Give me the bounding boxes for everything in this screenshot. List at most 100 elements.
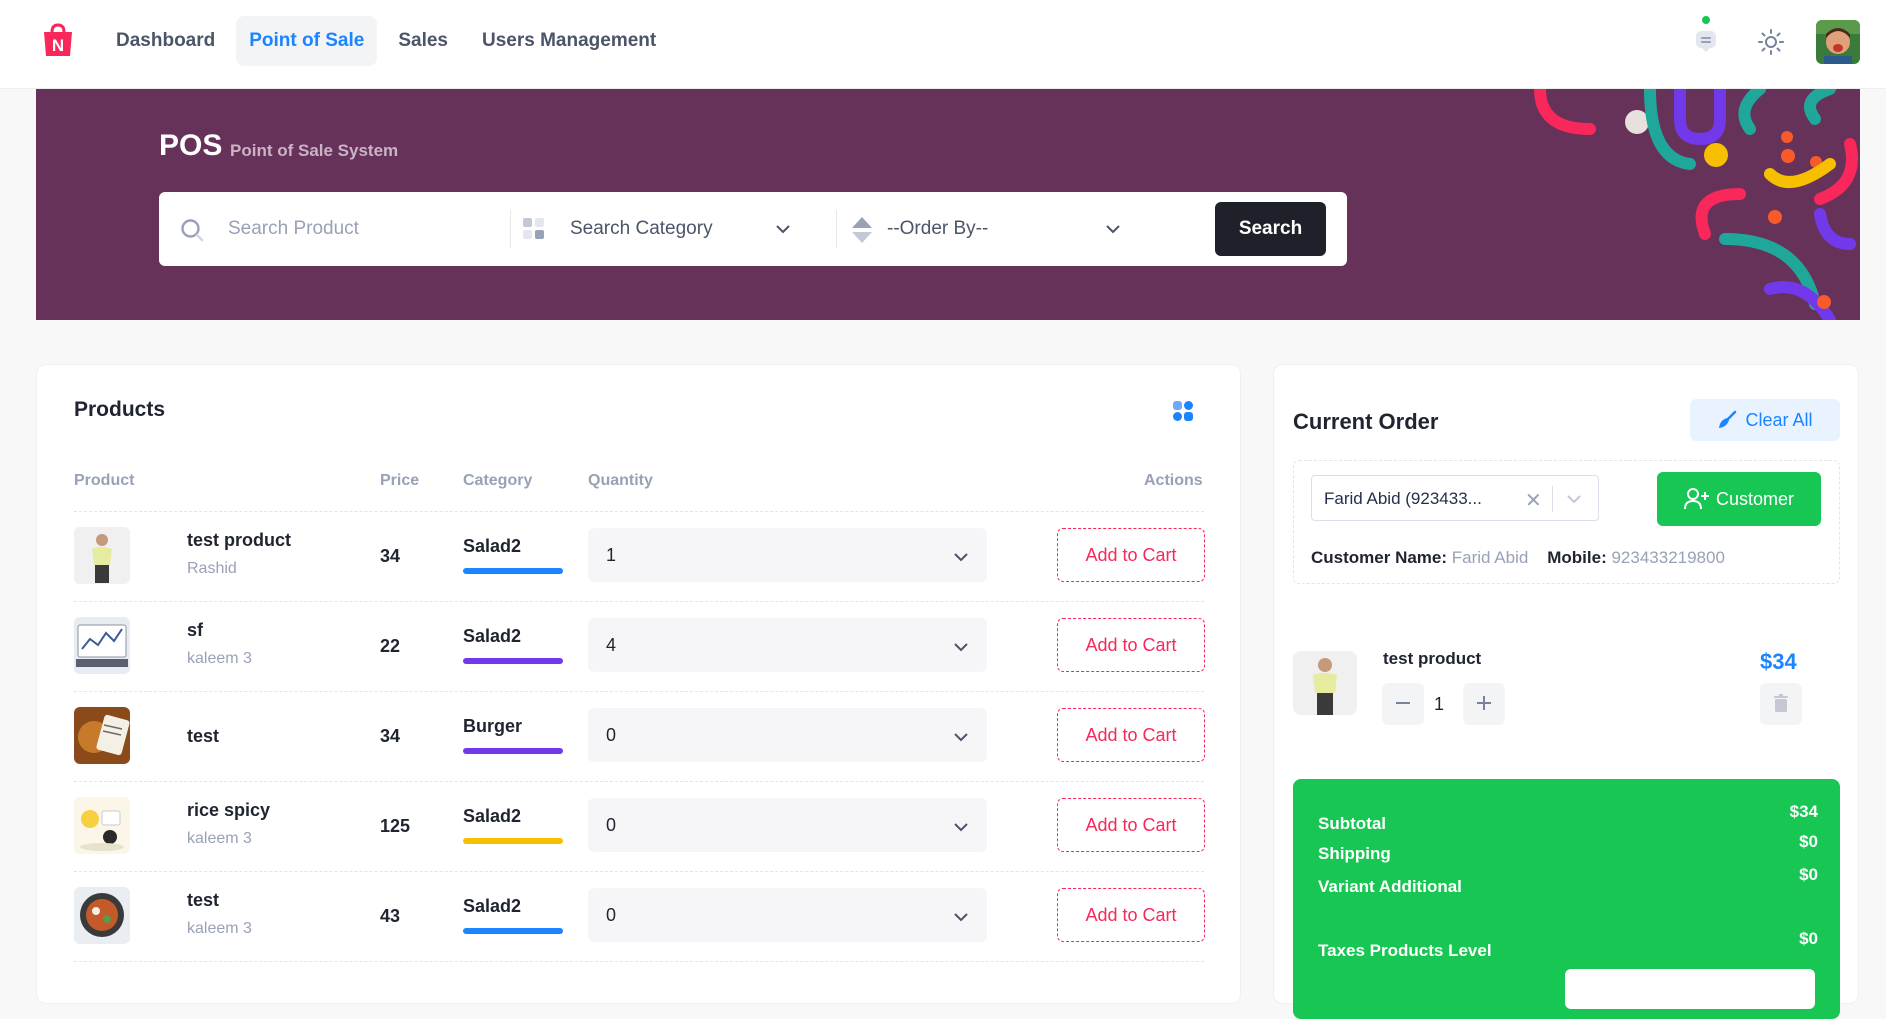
grid-view-icon[interactable] bbox=[1171, 399, 1195, 423]
search-icon bbox=[181, 219, 204, 242]
chevron-down-icon bbox=[954, 553, 968, 562]
products-title: Products bbox=[74, 398, 166, 421]
column-header-actions: Actions bbox=[1144, 472, 1203, 489]
product-price: 22 bbox=[380, 636, 401, 656]
chevron-down-icon[interactable] bbox=[775, 221, 791, 237]
search-bar: Search Category --Order By-- Search bbox=[159, 192, 1347, 266]
quantity-value: 1 bbox=[606, 545, 617, 565]
quantity-value: 0 bbox=[606, 815, 617, 835]
table-row: test product Rashid 34 Salad2 1 Add to C… bbox=[74, 511, 1205, 601]
chat-icon[interactable] bbox=[1693, 28, 1719, 54]
category-color-bar bbox=[463, 838, 563, 844]
chevron-down-icon bbox=[954, 733, 968, 742]
plus-icon bbox=[1477, 695, 1491, 710]
product-category: Burger bbox=[463, 716, 523, 736]
search-button[interactable]: Search bbox=[1215, 202, 1326, 256]
products-card: Products Product Price Category Quantity… bbox=[36, 364, 1241, 1004]
add-customer-button[interactable]: Customer bbox=[1657, 472, 1821, 526]
taxes-value: $0 bbox=[1799, 929, 1818, 948]
quantity-value: 0 bbox=[606, 725, 617, 745]
cart-item-quantity: 1 bbox=[1434, 694, 1445, 714]
subtotal-value: $34 bbox=[1789, 802, 1818, 821]
clear-selection-icon[interactable]: ✕ bbox=[1525, 488, 1542, 513]
divider bbox=[510, 210, 511, 248]
product-price: 43 bbox=[380, 906, 401, 926]
product-image bbox=[74, 797, 130, 854]
customer-info: Customer Name: Farid Abid Mobile: 923433… bbox=[1311, 548, 1725, 568]
product-vendor: kaleem 3 bbox=[187, 830, 252, 847]
sort-icon bbox=[852, 217, 872, 243]
increase-quantity-button[interactable] bbox=[1463, 683, 1505, 725]
search-category-select[interactable]: Search Category bbox=[570, 218, 713, 240]
shipping-label: Shipping bbox=[1318, 844, 1391, 863]
sun-icon[interactable] bbox=[1757, 28, 1785, 56]
product-image bbox=[74, 527, 130, 584]
product-vendor: kaleem 3 bbox=[187, 920, 252, 937]
discount-input[interactable] bbox=[1565, 969, 1815, 1009]
category-color-bar bbox=[463, 658, 563, 664]
page-title: POS bbox=[159, 129, 223, 162]
clear-all-label: Clear All bbox=[1745, 409, 1813, 430]
divider bbox=[836, 210, 837, 248]
main-nav: Dashboard Point of Sale Sales Users Mana… bbox=[103, 16, 677, 66]
quantity-select[interactable]: 4 bbox=[588, 618, 987, 672]
cart-item-name: test product bbox=[1383, 649, 1482, 668]
add-to-cart-button[interactable]: Add to Cart bbox=[1057, 528, 1205, 582]
remove-item-button[interactable] bbox=[1760, 683, 1802, 725]
chevron-down-icon[interactable] bbox=[1566, 491, 1582, 507]
product-category: Salad2 bbox=[463, 806, 522, 826]
shop-logo-icon[interactable]: N bbox=[40, 22, 76, 58]
quantity-select[interactable]: 0 bbox=[588, 708, 987, 762]
product-category: Salad2 bbox=[463, 626, 522, 646]
nav-point-of-sale[interactable]: Point of Sale bbox=[236, 16, 378, 66]
shipping-value: $0 bbox=[1799, 832, 1818, 851]
quantity-value: 0 bbox=[606, 905, 617, 925]
mobile-value: 923433219800 bbox=[1611, 548, 1725, 567]
product-name: test bbox=[187, 890, 220, 910]
product-price: 34 bbox=[380, 726, 401, 746]
product-name: test bbox=[187, 726, 220, 746]
chevron-down-icon bbox=[954, 823, 968, 832]
minus-icon bbox=[1396, 701, 1410, 704]
product-image bbox=[74, 707, 130, 764]
column-header-price: Price bbox=[380, 472, 420, 489]
category-color-bar bbox=[463, 568, 563, 574]
clear-all-button[interactable]: Clear All bbox=[1690, 399, 1840, 441]
add-to-cart-button[interactable]: Add to Cart bbox=[1057, 708, 1205, 762]
cart-item-image bbox=[1293, 651, 1357, 715]
nav-dashboard[interactable]: Dashboard bbox=[103, 16, 228, 66]
quantity-select[interactable]: 0 bbox=[588, 798, 987, 852]
product-category: Salad2 bbox=[463, 536, 522, 556]
add-to-cart-button[interactable]: Add to Cart bbox=[1057, 618, 1205, 672]
trash-icon bbox=[1774, 693, 1788, 712]
variant-additional-label: Variant Additional bbox=[1318, 877, 1462, 896]
product-name: test product bbox=[187, 530, 292, 550]
subtotal-label: Subtotal bbox=[1318, 814, 1386, 833]
add-to-cart-button[interactable]: Add to Cart bbox=[1057, 888, 1205, 942]
chevron-down-icon bbox=[954, 913, 968, 922]
quantity-value: 4 bbox=[606, 635, 617, 655]
pos-banner: POS Point of Sale System Search Category… bbox=[36, 89, 1860, 320]
quantity-select[interactable]: 0 bbox=[588, 888, 987, 942]
cart-item-price: $34 bbox=[1760, 649, 1797, 674]
quantity-select[interactable]: 1 bbox=[588, 528, 987, 582]
order-by-select[interactable]: --Order By-- bbox=[887, 218, 988, 240]
search-product-input[interactable] bbox=[228, 210, 498, 248]
broom-icon bbox=[1719, 410, 1737, 428]
column-header-quantity: Quantity bbox=[588, 472, 653, 489]
add-to-cart-button[interactable]: Add to Cart bbox=[1057, 798, 1205, 852]
nav-sales[interactable]: Sales bbox=[385, 16, 461, 66]
product-image bbox=[74, 887, 130, 944]
add-customer-label: Customer bbox=[1715, 488, 1795, 509]
table-row: rice spicy kaleem 3 125 Salad2 0 Add to … bbox=[74, 781, 1205, 871]
order-totals: Subtotal $34 Shipping $0 Variant Additio… bbox=[1293, 779, 1840, 1019]
table-row: sf kaleem 3 22 Salad2 4 Add to Cart bbox=[74, 601, 1205, 691]
table-row: test 34 Burger 0 Add to Cart bbox=[74, 691, 1205, 781]
customer-select[interactable]: Farid Abid (923433... ✕ bbox=[1311, 475, 1599, 521]
decrease-quantity-button[interactable] bbox=[1382, 683, 1424, 725]
chevron-down-icon[interactable] bbox=[1105, 221, 1121, 237]
nav-users-management[interactable]: Users Management bbox=[469, 16, 669, 66]
customer-name-label: Customer Name: bbox=[1311, 548, 1448, 567]
table-row bbox=[74, 961, 1204, 981]
user-avatar[interactable] bbox=[1816, 20, 1860, 64]
